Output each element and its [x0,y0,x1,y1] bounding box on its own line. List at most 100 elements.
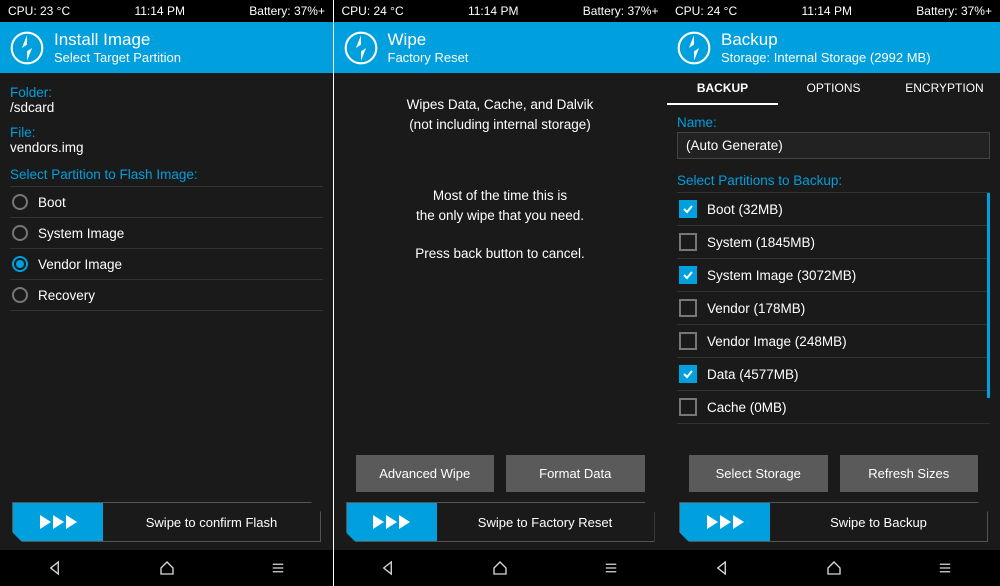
header-subtitle: Storage: Internal Storage (2992 MB) [721,50,931,65]
tab-options[interactable]: OPTIONS [778,73,889,105]
home-icon[interactable] [158,559,176,577]
scrollbar[interactable] [987,193,990,398]
file-value: vendors.img [10,140,323,155]
partition-section-label: Select Partitions to Backup: [677,173,990,188]
partition-check-system[interactable]: System (1845MB) [677,226,990,259]
swipe-slider[interactable]: Swipe to confirm Flash [12,502,321,542]
partition-check-data[interactable]: Data (4577MB) [677,358,990,391]
checkbox-icon [679,299,697,317]
select-storage-button[interactable]: Select Storage [689,455,828,492]
menu-icon[interactable] [936,559,954,577]
checkbox-icon [679,332,697,350]
slider-thumb[interactable] [13,503,103,541]
status-cpu: CPU: 24 °C [342,4,404,18]
partition-label: System Image [38,226,124,241]
status-bar: CPU: 24 °C 11:14 PM Battery: 37%+ [334,0,667,22]
radio-icon [12,225,28,241]
arrow-icon [707,515,718,529]
arrow-icon [386,515,397,529]
header: Install Image Select Target Partition [0,22,333,73]
back-icon[interactable] [714,559,732,577]
screen-install-image: CPU: 23 °C 11:14 PM Battery: 37%+ Instal… [0,0,333,586]
menu-icon[interactable] [602,559,620,577]
partition-check-vendor[interactable]: Vendor (178MB) [677,292,990,325]
status-time: 11:14 PM [134,4,184,18]
wipe-msg-line1: Most of the time this is [344,186,657,206]
back-icon[interactable] [47,559,65,577]
folder-value: /sdcard [10,100,323,115]
arrow-icon [373,515,384,529]
header: Backup Storage: Internal Storage (2992 M… [667,22,1000,73]
tab-encryption[interactable]: ENCRYPTION [889,73,1000,105]
partition-check-cache[interactable]: Cache (0MB) [677,391,990,424]
status-battery: Battery: 37%+ [916,4,992,18]
wipe-info-line1: Wipes Data, Cache, and Dalvik [344,95,657,115]
arrow-icon [733,515,744,529]
partition-label: Recovery [38,288,95,303]
refresh-sizes-button[interactable]: Refresh Sizes [840,455,979,492]
partition-label: Boot (32MB) [707,202,783,217]
header-title: Install Image [54,30,181,50]
wipe-info-line2: (not including internal storage) [344,115,657,135]
back-icon[interactable] [380,559,398,577]
twrp-logo-icon [677,31,711,65]
slider-label: Swipe to confirm Flash [103,515,320,530]
partition-radio-list: Boot System Image Vendor Image Recovery [10,187,323,311]
home-icon[interactable] [491,559,509,577]
arrow-icon [66,515,77,529]
status-time: 11:14 PM [468,4,518,18]
arrow-icon [53,515,64,529]
name-label: Name: [677,115,990,130]
partition-check-list: Boot (32MB) System (1845MB) System Image (… [677,193,990,449]
radio-icon [12,256,28,272]
menu-icon[interactable] [269,559,287,577]
format-data-button[interactable]: Format Data [506,455,645,492]
checkbox-icon [679,200,697,218]
folder-label: Folder: [10,85,323,100]
home-icon[interactable] [825,559,843,577]
status-cpu: CPU: 24 °C [675,4,737,18]
radio-icon [12,287,28,303]
slider-label: Swipe to Factory Reset [437,515,654,530]
partition-check-vendor[interactable]: Vendor Image (248MB) [677,325,990,358]
partition-label: System (1845MB) [707,235,815,250]
screen-wipe: CPU: 24 °C 11:14 PM Battery: 37%+ Wipe F… [334,0,667,586]
advanced-wipe-button[interactable]: Advanced Wipe [356,455,495,492]
partition-radio-recovery[interactable]: Recovery [10,280,323,311]
name-input[interactable]: (Auto Generate) [677,132,990,159]
swipe-slider[interactable]: Swipe to Factory Reset [346,502,655,542]
header-subtitle: Select Target Partition [54,50,181,65]
status-time: 11:14 PM [801,4,851,18]
slider-thumb[interactable] [347,503,437,541]
swipe-slider[interactable]: Swipe to Backup [679,502,988,542]
status-bar: CPU: 24 °C 11:14 PM Battery: 37%+ [667,0,1000,22]
arrow-icon [40,515,51,529]
header-subtitle: Factory Reset [388,50,469,65]
status-battery: Battery: 37%+ [583,4,659,18]
header: Wipe Factory Reset [334,22,667,73]
partition-label: Vendor Image [38,257,122,272]
partition-check-system[interactable]: System Image (3072MB) [677,259,990,292]
checkbox-icon [679,365,697,383]
tab-backup[interactable]: BACKUP [667,73,778,105]
partition-label: Cache (0MB) [707,400,787,415]
radio-icon [12,194,28,210]
nav-bar [334,550,667,586]
file-label: File: [10,125,323,140]
partition-check-boot[interactable]: Boot (32MB) [677,193,990,226]
arrow-icon [399,515,410,529]
slider-thumb[interactable] [680,503,770,541]
partition-label: Data (4577MB) [707,367,799,382]
twrp-logo-icon [344,31,378,65]
partition-radio-boot[interactable]: Boot [10,187,323,218]
status-bar: CPU: 23 °C 11:14 PM Battery: 37%+ [0,0,333,22]
nav-bar [667,550,1000,586]
partition-label: Vendor (178MB) [707,301,805,316]
partition-label: Boot [38,195,66,210]
status-battery: Battery: 37%+ [249,4,325,18]
wipe-msg-line3: Press back button to cancel. [344,244,657,264]
partition-radio-system-image[interactable]: System Image [10,218,323,249]
partition-section-label: Select Partition to Flash Image: [10,167,323,182]
tabs: BACKUPOPTIONSENCRYPTION [667,73,1000,105]
partition-radio-vendor-image[interactable]: Vendor Image [10,249,323,280]
